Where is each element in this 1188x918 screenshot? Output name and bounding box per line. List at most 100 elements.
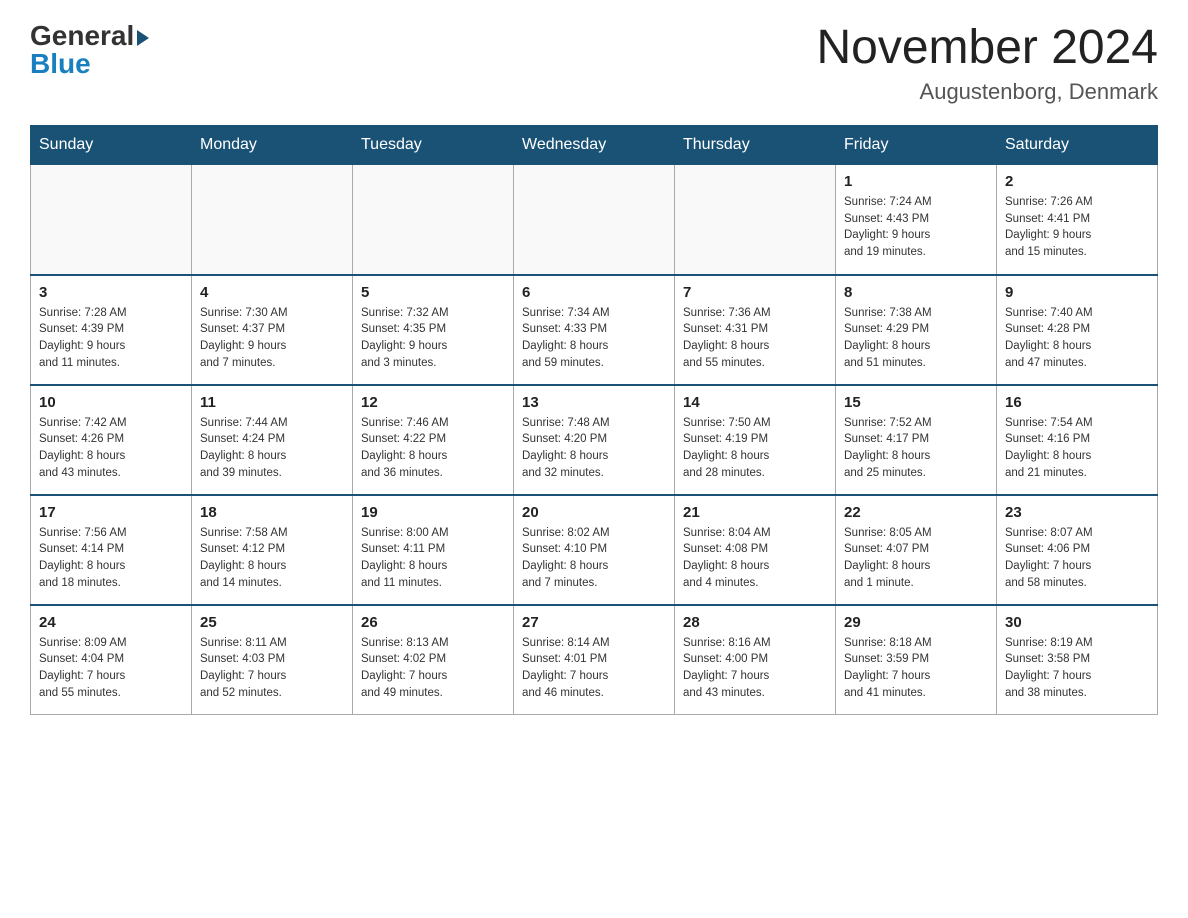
calendar-cell: 14Sunrise: 7:50 AM Sunset: 4:19 PM Dayli… — [675, 385, 836, 495]
location-subtitle: Augustenborg, Denmark — [816, 79, 1158, 105]
day-number: 24 — [39, 614, 183, 631]
day-number: 18 — [200, 504, 344, 521]
weekday-header-tuesday: Tuesday — [353, 126, 514, 165]
day-info: Sunrise: 7:40 AM Sunset: 4:28 PM Dayligh… — [1005, 305, 1149, 372]
day-number: 14 — [683, 394, 827, 411]
calendar-cell: 16Sunrise: 7:54 AM Sunset: 4:16 PM Dayli… — [997, 385, 1158, 495]
day-info: Sunrise: 8:02 AM Sunset: 4:10 PM Dayligh… — [522, 525, 666, 592]
day-number: 21 — [683, 504, 827, 521]
day-info: Sunrise: 7:52 AM Sunset: 4:17 PM Dayligh… — [844, 415, 988, 482]
calendar-week-row: 1 Sunrise: 7:24 AM Sunset: 4:43 PM Daylig… — [31, 165, 1158, 275]
calendar-cell: 23Sunrise: 8:07 AM Sunset: 4:06 PM Dayli… — [997, 495, 1158, 605]
calendar-cell: 3 Sunrise: 7:28 AM Sunset: 4:39 PM Daylig… — [31, 275, 192, 385]
day-info: Sunrise: 7:26 AM Sunset: 4:41 PM Dayligh… — [1005, 194, 1149, 261]
day-info: Sunrise: 8:07 AM Sunset: 4:06 PM Dayligh… — [1005, 525, 1149, 592]
calendar-cell: 8 Sunrise: 7:38 AM Sunset: 4:29 PM Daylig… — [836, 275, 997, 385]
calendar-cell — [675, 165, 836, 275]
logo-blue-text: Blue — [30, 48, 91, 80]
calendar-cell: 20 Sunrise: 8:02 AM Sunset: 4:10 PM Dayli… — [514, 495, 675, 605]
calendar-cell: 25Sunrise: 8:11 AM Sunset: 4:03 PM Dayli… — [192, 605, 353, 715]
day-number: 5 — [361, 284, 505, 301]
day-number: 27 — [522, 614, 666, 631]
calendar-cell: 9Sunrise: 7:40 AM Sunset: 4:28 PM Daylig… — [997, 275, 1158, 385]
calendar-cell: 26 Sunrise: 8:13 AM Sunset: 4:02 PM Dayli… — [353, 605, 514, 715]
calendar-cell: 10 Sunrise: 7:42 AM Sunset: 4:26 PM Dayli… — [31, 385, 192, 495]
calendar-cell — [353, 165, 514, 275]
day-info: Sunrise: 8:05 AM Sunset: 4:07 PM Dayligh… — [844, 525, 988, 592]
logo-arrow-icon — [137, 30, 149, 46]
calendar-cell — [192, 165, 353, 275]
weekday-header-sunday: Sunday — [31, 126, 192, 165]
day-info: Sunrise: 7:58 AM Sunset: 4:12 PM Dayligh… — [200, 525, 344, 592]
calendar-cell: 2 Sunrise: 7:26 AM Sunset: 4:41 PM Daylig… — [997, 165, 1158, 275]
day-number: 8 — [844, 284, 988, 301]
day-info: Sunrise: 7:24 AM Sunset: 4:43 PM Dayligh… — [844, 194, 988, 261]
calendar-week-row: 17 Sunrise: 7:56 AM Sunset: 4:14 PM Dayli… — [31, 495, 1158, 605]
calendar-week-row: 3 Sunrise: 7:28 AM Sunset: 4:39 PM Daylig… — [31, 275, 1158, 385]
day-info: Sunrise: 7:28 AM Sunset: 4:39 PM Dayligh… — [39, 305, 183, 372]
day-number: 30 — [1005, 614, 1149, 631]
month-title: November 2024 — [816, 20, 1158, 75]
day-info: Sunrise: 8:04 AM Sunset: 4:08 PM Dayligh… — [683, 525, 827, 592]
day-number: 20 — [522, 504, 666, 521]
calendar-cell — [514, 165, 675, 275]
weekday-header-saturday: Saturday — [997, 126, 1158, 165]
title-area: November 2024 Augustenborg, Denmark — [816, 20, 1158, 105]
calendar-cell: 4 Sunrise: 7:30 AM Sunset: 4:37 PM Daylig… — [192, 275, 353, 385]
day-info: Sunrise: 7:30 AM Sunset: 4:37 PM Dayligh… — [200, 305, 344, 372]
day-info: Sunrise: 8:18 AM Sunset: 3:59 PM Dayligh… — [844, 635, 988, 702]
calendar-cell: 22 Sunrise: 8:05 AM Sunset: 4:07 PM Dayli… — [836, 495, 997, 605]
calendar-cell: 21 Sunrise: 8:04 AM Sunset: 4:08 PM Dayli… — [675, 495, 836, 605]
day-number: 28 — [683, 614, 827, 631]
day-info: Sunrise: 8:19 AM Sunset: 3:58 PM Dayligh… — [1005, 635, 1149, 702]
calendar-cell — [31, 165, 192, 275]
calendar-cell: 17 Sunrise: 7:56 AM Sunset: 4:14 PM Dayli… — [31, 495, 192, 605]
day-number: 16 — [1005, 394, 1149, 411]
day-number: 2 — [1005, 173, 1149, 190]
day-info: Sunrise: 7:36 AM Sunset: 4:31 PM Dayligh… — [683, 305, 827, 372]
day-number: 26 — [361, 614, 505, 631]
day-number: 15 — [844, 394, 988, 411]
calendar-week-row: 10 Sunrise: 7:42 AM Sunset: 4:26 PM Dayli… — [31, 385, 1158, 495]
day-info: Sunrise: 7:38 AM Sunset: 4:29 PM Dayligh… — [844, 305, 988, 372]
logo: General Blue — [30, 20, 149, 80]
day-number: 10 — [39, 394, 183, 411]
calendar-week-row: 24Sunrise: 8:09 AM Sunset: 4:04 PM Dayli… — [31, 605, 1158, 715]
page-header: General Blue November 2024 Augustenborg,… — [30, 20, 1158, 105]
day-number: 17 — [39, 504, 183, 521]
day-info: Sunrise: 7:34 AM Sunset: 4:33 PM Dayligh… — [522, 305, 666, 372]
day-info: Sunrise: 7:42 AM Sunset: 4:26 PM Dayligh… — [39, 415, 183, 482]
day-number: 1 — [844, 173, 988, 190]
calendar-cell: 30 Sunrise: 8:19 AM Sunset: 3:58 PM Dayli… — [997, 605, 1158, 715]
calendar-cell: 7 Sunrise: 7:36 AM Sunset: 4:31 PM Daylig… — [675, 275, 836, 385]
day-info: Sunrise: 8:16 AM Sunset: 4:00 PM Dayligh… — [683, 635, 827, 702]
day-number: 7 — [683, 284, 827, 301]
day-number: 4 — [200, 284, 344, 301]
calendar-cell: 19Sunrise: 8:00 AM Sunset: 4:11 PM Dayli… — [353, 495, 514, 605]
calendar-cell: 28 Sunrise: 8:16 AM Sunset: 4:00 PM Dayli… — [675, 605, 836, 715]
weekday-header-wednesday: Wednesday — [514, 126, 675, 165]
day-info: Sunrise: 8:13 AM Sunset: 4:02 PM Dayligh… — [361, 635, 505, 702]
calendar-cell: 15 Sunrise: 7:52 AM Sunset: 4:17 PM Dayli… — [836, 385, 997, 495]
day-info: Sunrise: 7:46 AM Sunset: 4:22 PM Dayligh… — [361, 415, 505, 482]
calendar-cell: 5Sunrise: 7:32 AM Sunset: 4:35 PM Daylig… — [353, 275, 514, 385]
day-info: Sunrise: 8:11 AM Sunset: 4:03 PM Dayligh… — [200, 635, 344, 702]
weekday-header-monday: Monday — [192, 126, 353, 165]
calendar-cell: 12 Sunrise: 7:46 AM Sunset: 4:22 PM Dayli… — [353, 385, 514, 495]
day-number: 13 — [522, 394, 666, 411]
day-number: 29 — [844, 614, 988, 631]
day-number: 3 — [39, 284, 183, 301]
calendar-cell: 29 Sunrise: 8:18 AM Sunset: 3:59 PM Dayli… — [836, 605, 997, 715]
day-number: 11 — [200, 394, 344, 411]
weekday-header-friday: Friday — [836, 126, 997, 165]
calendar-cell: 13Sunrise: 7:48 AM Sunset: 4:20 PM Dayli… — [514, 385, 675, 495]
day-info: Sunrise: 7:56 AM Sunset: 4:14 PM Dayligh… — [39, 525, 183, 592]
weekday-header-thursday: Thursday — [675, 126, 836, 165]
day-info: Sunrise: 7:44 AM Sunset: 4:24 PM Dayligh… — [200, 415, 344, 482]
day-number: 12 — [361, 394, 505, 411]
day-number: 19 — [361, 504, 505, 521]
calendar-cell: 27 Sunrise: 8:14 AM Sunset: 4:01 PM Dayli… — [514, 605, 675, 715]
day-info: Sunrise: 8:14 AM Sunset: 4:01 PM Dayligh… — [522, 635, 666, 702]
calendar-cell: 1 Sunrise: 7:24 AM Sunset: 4:43 PM Daylig… — [836, 165, 997, 275]
day-number: 22 — [844, 504, 988, 521]
